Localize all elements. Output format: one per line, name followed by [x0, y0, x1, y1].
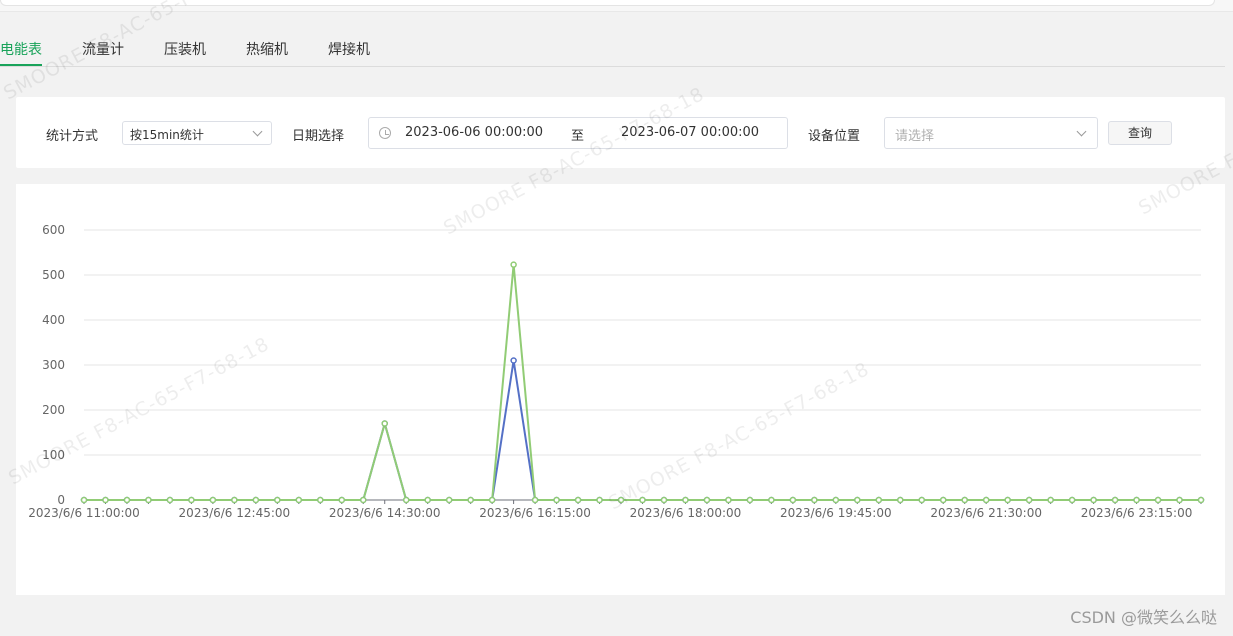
- data-point: [553, 496, 560, 504]
- data-point: [381, 420, 388, 427]
- data-point: [789, 496, 797, 504]
- data-point: [338, 496, 346, 504]
- data-point: [80, 496, 88, 504]
- data-point: [123, 496, 131, 504]
- data-point: [510, 261, 517, 268]
- top-search-area: [0, 0, 1215, 6]
- data-point: [274, 496, 281, 504]
- x-tick-label: 2023/6/6 19:45:00: [780, 506, 892, 520]
- data-point: [166, 496, 174, 504]
- data-point: [402, 496, 410, 504]
- clock-icon: [379, 127, 391, 139]
- chevron-down-icon: [1076, 126, 1087, 137]
- data-point: [1004, 496, 1011, 504]
- data-point: [854, 496, 861, 504]
- data-point: [1068, 496, 1076, 504]
- data-point: [188, 496, 195, 504]
- y-tick-label: 400: [42, 313, 65, 327]
- data-point: [725, 496, 732, 504]
- tab-flow-meter[interactable]: 流量计: [82, 39, 124, 59]
- data-point: [467, 496, 474, 504]
- location-select[interactable]: 请选择: [884, 117, 1098, 149]
- date-range-separator: 至: [571, 129, 585, 144]
- chart-panel: 0 100 200 300 400 500 600 2023/6/6 11:00:00 2023…: [16, 184, 1225, 595]
- data-point: [768, 496, 775, 504]
- data-point: [961, 496, 968, 504]
- data-point: [939, 496, 947, 504]
- chevron-down-icon: [252, 126, 263, 137]
- data-point: [832, 496, 840, 504]
- y-tick-label: 300: [42, 358, 65, 372]
- y-tick-label: 0: [57, 493, 65, 507]
- data-point: [703, 496, 711, 504]
- data-point: [1133, 496, 1140, 504]
- location-placeholder: 请选择: [895, 129, 935, 144]
- x-tick-label: 2023/6/6 14:30:00: [329, 506, 441, 520]
- data-point: [317, 496, 324, 504]
- active-tab-indicator: [0, 64, 42, 66]
- data-point: [596, 496, 603, 504]
- data-point: [617, 496, 625, 504]
- energy-line-chart: 0 100 200 300 400 500 600 2023/6/6 11:00:00 2023…: [28, 223, 1205, 520]
- x-tick-label: 2023/6/6 18:00:00: [630, 506, 742, 520]
- tab-press-machine[interactable]: 压装机: [164, 39, 206, 59]
- tab-welding-machine[interactable]: 焊接机: [328, 39, 370, 59]
- csdn-credit: CSDN @微笑么么哒: [1070, 608, 1217, 627]
- data-point: [1154, 496, 1162, 504]
- data-point: [682, 496, 689, 504]
- data-point: [231, 496, 238, 504]
- data-point: [1025, 496, 1033, 504]
- data-point: [811, 496, 818, 504]
- y-tick-label: 500: [42, 268, 65, 282]
- data-point: [1047, 496, 1054, 504]
- data-point: [445, 496, 453, 504]
- data-point: [424, 496, 431, 504]
- data-point: [295, 496, 303, 504]
- data-point: [574, 496, 582, 504]
- date-end-input[interactable]: 2023-06-07 00:00:00: [621, 125, 759, 140]
- y-tick-label: 600: [42, 223, 65, 237]
- data-point: [897, 496, 904, 504]
- data-point: [488, 496, 496, 504]
- data-point: [1090, 496, 1097, 504]
- data-point: [145, 496, 152, 504]
- data-point: [531, 496, 539, 504]
- stat-method-label: 统计方式: [46, 129, 99, 144]
- device-tabs: 电能表 流量计 压装机 热缩机 焊接机: [0, 30, 1225, 67]
- data-point: [209, 496, 217, 504]
- data-point: [982, 496, 990, 504]
- date-start-input[interactable]: 2023-06-06 00:00:00: [405, 125, 543, 140]
- y-tick-label: 100: [42, 448, 65, 462]
- top-bar: [0, 0, 1233, 12]
- y-tick-label: 200: [42, 403, 65, 417]
- data-point: [639, 496, 646, 504]
- stat-method-select[interactable]: 按15min统计: [122, 121, 272, 145]
- data-point: [510, 357, 517, 364]
- date-range-picker[interactable]: 2023-06-06 00:00:00 至 2023-06-07 00:00:0…: [368, 117, 788, 149]
- data-point: [252, 496, 260, 504]
- data-point: [360, 496, 367, 504]
- tab-electric-meter[interactable]: 电能表: [0, 39, 42, 59]
- x-tick-label: 2023/6/6 21:30:00: [930, 506, 1042, 520]
- series-line-2: [84, 263, 1201, 501]
- series-line-1: [84, 359, 1201, 501]
- x-tick-label: 2023/6/6 12:45:00: [179, 506, 291, 520]
- data-point: [918, 496, 925, 504]
- stat-method-value: 按15min统计: [130, 128, 204, 142]
- data-point: [1197, 496, 1205, 504]
- filter-panel: 统计方式 按15min统计 日期选择 2023-06-06 00:00:00 至…: [16, 97, 1225, 168]
- tab-heat-shrink-machine[interactable]: 热缩机: [246, 39, 288, 59]
- x-tick-label: 2023/6/6 23:15:00: [1081, 506, 1193, 520]
- data-point: [102, 496, 109, 504]
- query-button[interactable]: 查询: [1108, 121, 1172, 145]
- x-tick-label: 2023/6/6 11:00:00: [28, 506, 140, 520]
- data-point: [746, 496, 754, 504]
- x-tick-label: 2023/6/6 16:15:00: [479, 506, 591, 520]
- data-point: [1111, 496, 1119, 504]
- date-label: 日期选择: [292, 129, 345, 144]
- data-point: [660, 496, 668, 504]
- data-point: [875, 496, 883, 504]
- location-label: 设备位置: [808, 129, 861, 144]
- data-point: [1176, 496, 1183, 504]
